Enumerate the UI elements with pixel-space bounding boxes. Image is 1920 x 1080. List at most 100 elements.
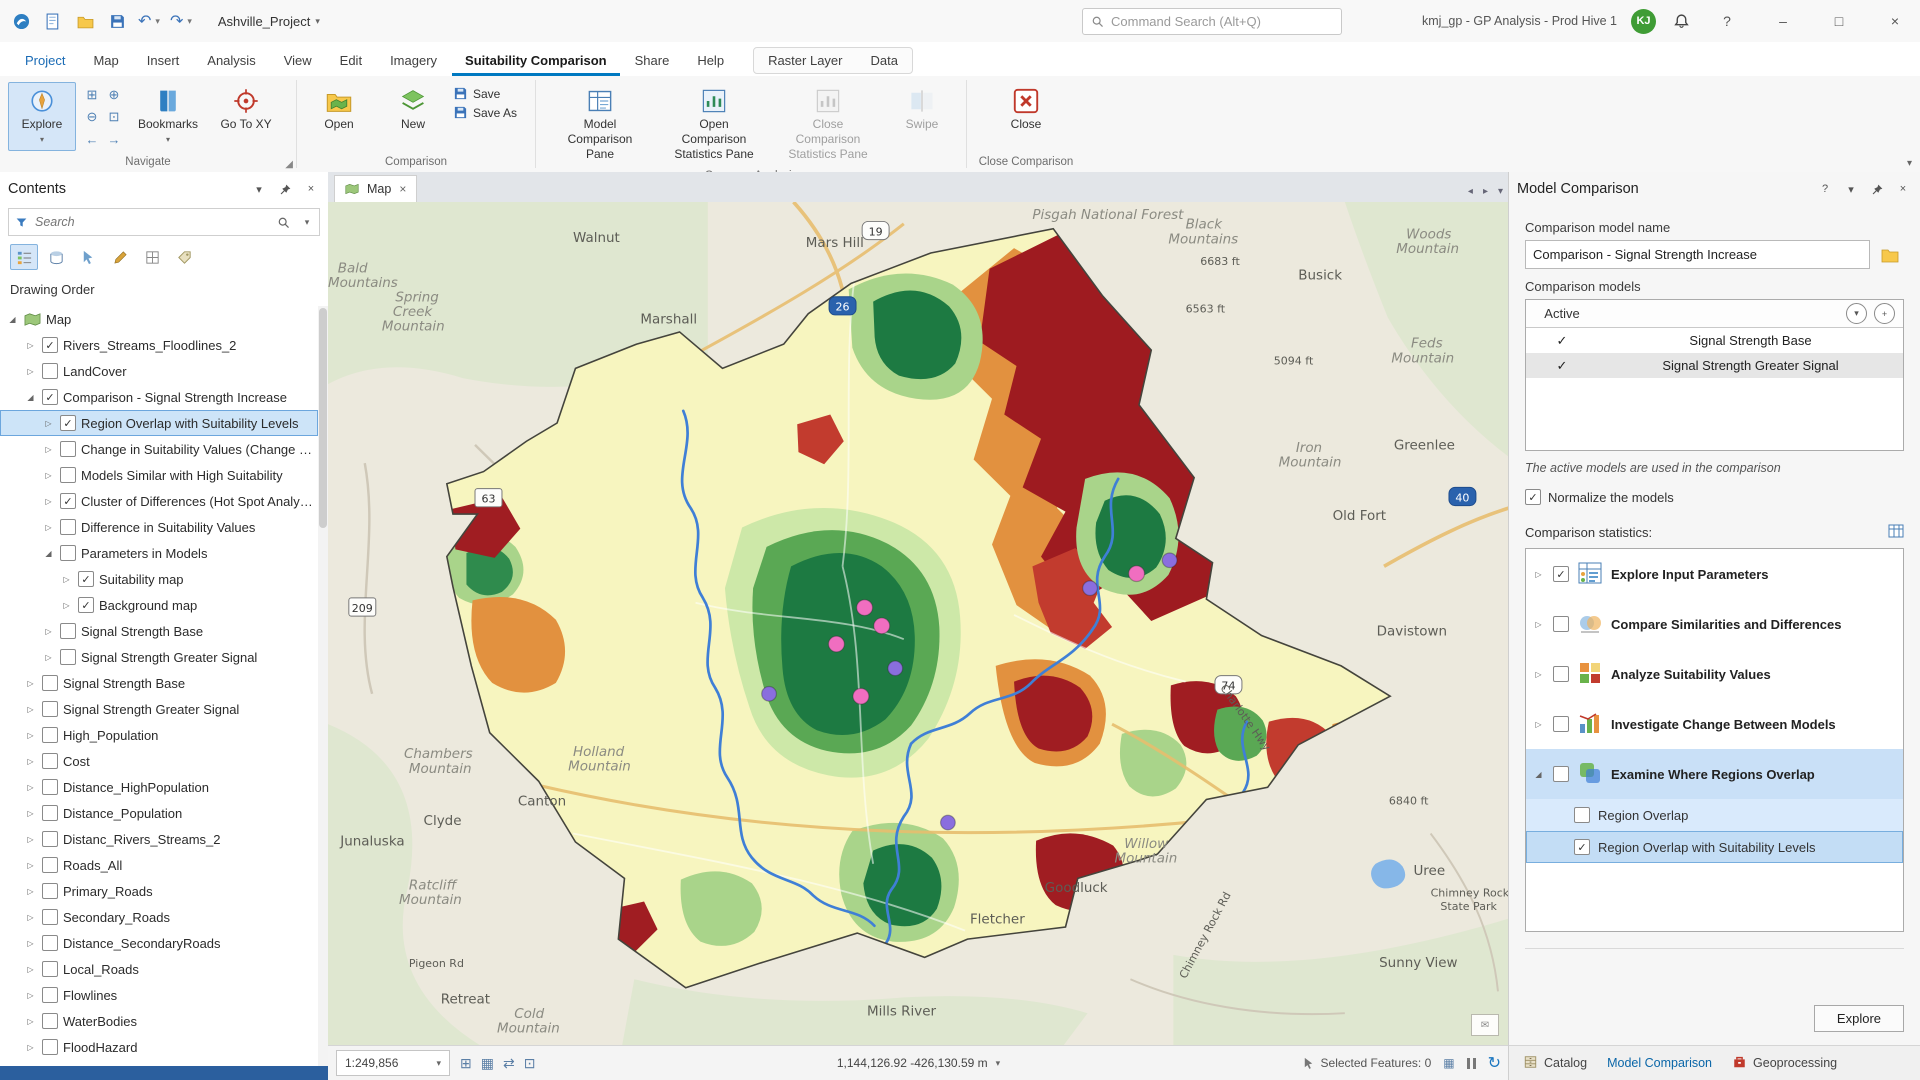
zoom-box-icon[interactable]: ⊡ (524, 1055, 536, 1072)
save-comparison-button[interactable]: Save (453, 86, 517, 101)
model-comparison-pane-button[interactable]: Model Comparison Pane (546, 82, 654, 168)
pane-help-icon[interactable]: ? (1816, 180, 1834, 198)
layer-visibility-checkbox[interactable] (42, 909, 58, 925)
layer-visibility-checkbox[interactable]: ✓ (42, 337, 58, 353)
layer-visibility-checkbox[interactable] (42, 1013, 58, 1029)
expand-arrow-icon[interactable]: ▷ (24, 913, 37, 922)
expand-arrow-icon[interactable]: ▷ (42, 497, 55, 506)
layer-visibility-checkbox[interactable] (42, 987, 58, 1003)
ribbon-tab-help[interactable]: Help (684, 47, 737, 76)
expand-arrow-icon[interactable]: ▷ (24, 341, 37, 350)
map-message-icon[interactable]: ✉ (1471, 1014, 1499, 1036)
statistic-sub-checkbox[interactable]: ✓ (1574, 839, 1590, 855)
attribute-table-icon[interactable]: ▦ (1443, 1056, 1454, 1070)
filter-icon[interactable] (9, 216, 33, 229)
redo-dropdown-icon[interactable]: ▾ (187, 16, 192, 27)
expand-arrow-icon[interactable]: ▷ (1532, 670, 1545, 679)
selection-count[interactable]: Selected Features: 0 (1302, 1056, 1431, 1070)
layer-item[interactable]: ▷ LandCover (0, 358, 318, 384)
layer-visibility-checkbox[interactable] (42, 701, 58, 717)
account-info[interactable]: kmj_gp - GP Analysis - Prod Hive 1 (1422, 14, 1617, 28)
explore-statistics-button[interactable]: Explore (1813, 1005, 1904, 1032)
expand-arrow-icon[interactable]: ▷ (24, 705, 37, 714)
layer-visibility-checkbox[interactable] (42, 961, 58, 977)
swap-axes-icon[interactable]: ⇄ (503, 1055, 515, 1072)
new-project-button[interactable] (42, 10, 64, 32)
new-comparison-button[interactable]: New (379, 82, 447, 138)
layer-visibility-checkbox[interactable]: ✓ (60, 415, 76, 431)
open-project-button[interactable] (74, 10, 96, 32)
dock-tab-model-comparison[interactable]: Model Comparison (1599, 1051, 1720, 1075)
layer-item[interactable]: ▷ Signal Strength Greater Signal (0, 696, 318, 722)
collapse-ribbon-icon[interactable]: ▾ (1907, 158, 1912, 169)
statistic-sub-option[interactable]: ✓ Region Overlap with Suitability Levels (1526, 831, 1903, 863)
previous-extent-button[interactable]: ← (82, 129, 102, 149)
ribbon-tab-insert[interactable]: Insert (134, 47, 193, 76)
layer-item[interactable]: ▷ Signal Strength Greater Signal (0, 644, 318, 670)
statistic-row[interactable]: ▷ ✓ Explore Input Parameters (1526, 549, 1903, 599)
layer-item[interactable]: ◢ ✓ Comparison - Signal Strength Increase (0, 384, 318, 410)
layer-item[interactable]: ◢ Parameters in Models (0, 540, 318, 566)
expand-arrow-icon[interactable]: ▷ (60, 601, 73, 610)
expand-arrow-icon[interactable]: ▷ (1532, 570, 1545, 579)
layer-item[interactable]: ▷ Flowlines (0, 982, 318, 1008)
dock-tab-catalog[interactable]: Catalog (1515, 1050, 1595, 1077)
layer-item[interactable]: ▷ ✓ Cluster of Differences (Hot Spot Analy… (0, 488, 318, 514)
statistic-row[interactable]: ▷ Analyze Suitability Values (1526, 649, 1903, 699)
browse-folder-button[interactable] (1876, 241, 1904, 268)
list-by-data-source-button[interactable] (42, 244, 70, 270)
layer-item[interactable]: ▷ Signal Strength Base (0, 670, 318, 696)
layer-item[interactable]: ▷ ✓ Suitability map (0, 566, 318, 592)
statistic-checkbox[interactable]: ✓ (1553, 566, 1569, 582)
layer-visibility-checkbox[interactable] (42, 779, 58, 795)
list-by-snapping-button[interactable] (138, 244, 166, 270)
dialog-launcher-icon[interactable]: ◢ (285, 159, 293, 170)
expand-arrow-icon[interactable]: ▷ (42, 445, 55, 454)
swipe-button[interactable]: Swipe (888, 82, 956, 138)
statistic-checkbox[interactable] (1553, 766, 1569, 782)
layer-item[interactable]: ▷ Models Similar with High Suitability (0, 462, 318, 488)
layer-visibility-checkbox[interactable] (42, 935, 58, 951)
map-canvas[interactable]: 26 19 209 63 40 74 Pisgah National Forest Black… (328, 202, 1509, 1046)
comparison-model-row[interactable]: ✓ Signal Strength Greater Signal (1526, 353, 1903, 378)
open-comparison-button[interactable]: Open (305, 82, 373, 138)
expand-arrow-icon[interactable]: ▷ (24, 835, 37, 844)
move-model-down-button[interactable]: ▾ (1846, 303, 1867, 324)
close-comparison-button[interactable]: Close (992, 82, 1060, 138)
expand-arrow-icon[interactable]: ▷ (24, 887, 37, 896)
contents-horizontal-scrollbar[interactable] (0, 1066, 328, 1080)
pin-icon[interactable] (1868, 180, 1886, 198)
tab-list-icon[interactable]: ▾ (1498, 186, 1503, 197)
layer-visibility-checkbox[interactable] (60, 441, 76, 457)
bookmarks-button[interactable]: Bookmarks ▾ (130, 82, 206, 151)
list-by-editing-button[interactable] (106, 244, 134, 270)
statistic-sub-checkbox[interactable] (1574, 807, 1590, 823)
close-pane-icon[interactable]: × (302, 180, 320, 198)
redo-button[interactable]: ↷ (170, 11, 183, 31)
extent-grid-icon[interactable]: ⊞ (460, 1055, 472, 1072)
normalize-models-checkbox[interactable]: ✓ (1525, 489, 1541, 505)
layer-item[interactable]: ▷ ✓ Region Overlap with Suitability Levels (0, 410, 318, 436)
map-scale-select[interactable]: 1:249,856 ▾ (336, 1050, 450, 1076)
comparison-model-name-input[interactable] (1525, 240, 1870, 269)
expand-arrow-icon[interactable]: ▷ (42, 653, 55, 662)
search-options-icon[interactable]: ▾ (295, 217, 319, 228)
full-extent-button[interactable]: ⊞ (82, 85, 102, 105)
layer-visibility-checkbox[interactable] (60, 545, 76, 561)
ribbon-tab-edit[interactable]: Edit (327, 47, 375, 76)
ribbon-tab-imagery[interactable]: Imagery (377, 47, 450, 76)
scroll-tabs-right-icon[interactable]: ▸ (1483, 186, 1488, 197)
expand-arrow-icon[interactable]: ▷ (24, 861, 37, 870)
help-button[interactable]: ? (1706, 0, 1748, 42)
search-icon[interactable] (271, 216, 295, 229)
undo-button[interactable]: ↶ (138, 11, 151, 31)
fixed-zoom-in-button[interactable]: ⊕ (104, 85, 124, 105)
map-coordinates[interactable]: 1,144,126.92 -426,130.59 m ▾ (837, 1056, 1000, 1070)
layer-item[interactable]: ▷ Signal Strength Base (0, 618, 318, 644)
ribbon-tab-data[interactable]: Data (856, 48, 911, 73)
minimize-button[interactable]: – (1762, 0, 1804, 42)
statistic-row[interactable]: ▷ Compare Similarities and Differences (1526, 599, 1903, 649)
model-active-checkmark[interactable]: ✓ (1526, 333, 1598, 349)
save-project-button[interactable] (106, 10, 128, 32)
go-to-xy-button[interactable]: Go To XY (212, 82, 280, 138)
